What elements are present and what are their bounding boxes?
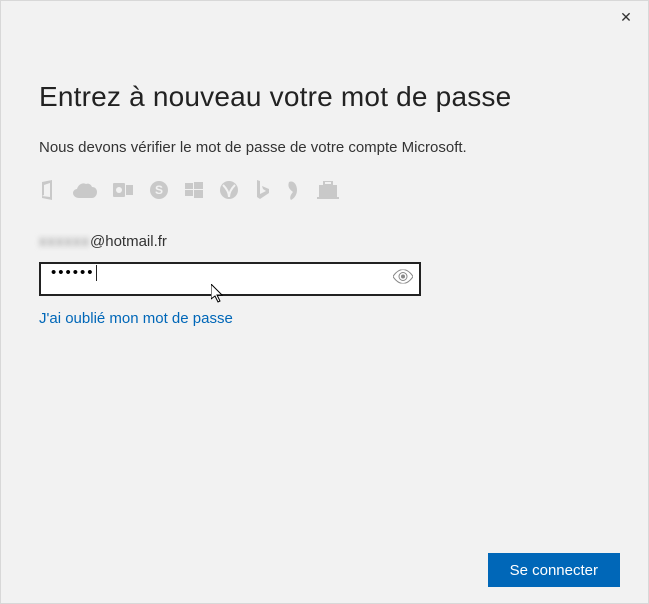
close-button[interactable]: ✕ (612, 5, 640, 29)
account-email: xxxxxx@hotmail.fr (39, 233, 610, 250)
svg-text:S: S (155, 183, 163, 197)
text-caret (96, 265, 97, 281)
eye-icon (393, 270, 413, 284)
password-field-wrapper: •••••• (39, 262, 421, 296)
page-subtitle: Nous devons vérifier le mot de passe de … (39, 139, 610, 156)
outlook-icon (113, 181, 133, 204)
windows-icon (185, 181, 203, 204)
email-user-masked: xxxxxx (39, 233, 90, 250)
service-icons-row: S (39, 180, 610, 205)
close-icon: ✕ (620, 9, 632, 26)
xbox-icon (219, 180, 239, 205)
onedrive-icon (73, 182, 97, 203)
reveal-password-button[interactable] (393, 270, 413, 289)
page-title: Entrez à nouveau votre mot de passe (39, 81, 610, 113)
bing-icon (255, 180, 269, 205)
forgot-password-link[interactable]: J'ai oublié mon mot de passe (39, 310, 233, 327)
msn-icon (285, 180, 301, 205)
office-icon (39, 180, 57, 205)
signin-button[interactable]: Se connecter (488, 553, 620, 587)
skype-icon: S (149, 180, 169, 205)
password-mask-text: •••••• (51, 264, 95, 281)
email-domain: @hotmail.fr (90, 233, 167, 250)
password-input[interactable]: •••••• (39, 262, 421, 296)
store-icon (317, 181, 339, 204)
dialog-content: Entrez à nouveau votre mot de passe Nous… (1, 1, 648, 328)
